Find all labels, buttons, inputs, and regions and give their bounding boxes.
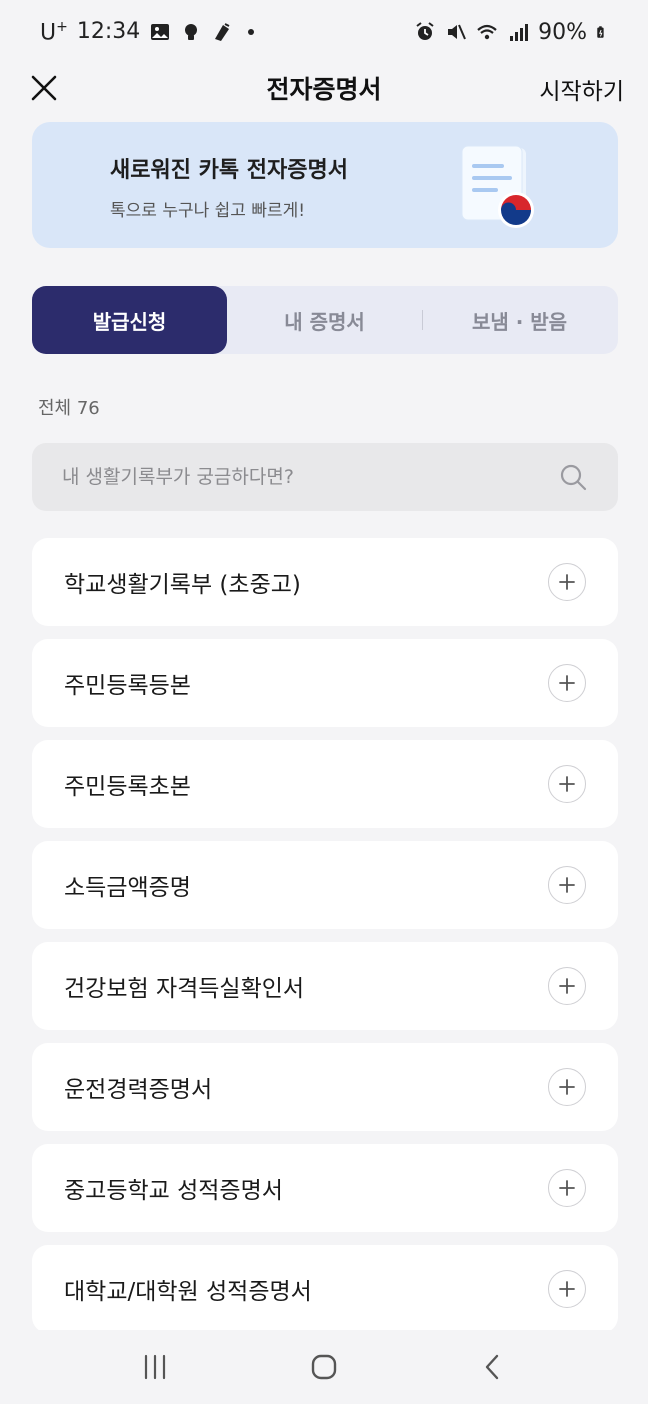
gallery-icon — [151, 23, 170, 40]
plus-icon — [559, 1180, 575, 1196]
document-label: 소득금액증명 — [64, 875, 191, 901]
app-header: 전자증명서 시작하기 — [0, 64, 648, 112]
alarm-icon — [416, 22, 434, 40]
tab-sent-received[interactable]: 보냄 · 받음 — [422, 286, 617, 354]
status-left: U+ 12:34 — [40, 18, 255, 46]
plus-icon — [559, 877, 575, 893]
tab-issue-request[interactable]: 발급신청 — [32, 286, 227, 354]
battery-percent: 90% — [538, 19, 587, 45]
list-item[interactable]: 중고등학교 성적증명서 — [32, 1144, 618, 1232]
add-button[interactable] — [548, 866, 586, 904]
list-item[interactable]: 주민등록초본 — [32, 740, 618, 828]
list-item[interactable]: 학교생활기록부 (초중고) — [32, 538, 618, 626]
add-button[interactable] — [548, 765, 586, 803]
carrier-label: U+ — [40, 18, 68, 46]
home-icon[interactable] — [309, 1352, 339, 1382]
page-title: 전자증명서 — [266, 75, 382, 104]
search-icon[interactable] — [558, 462, 588, 492]
status-bar: U+ 12:34 90% — [0, 0, 648, 64]
promo-banner[interactable]: 새로워진 카톡 전자증명서 톡으로 누구나 쉽고 빠르게! — [32, 122, 618, 248]
list-item[interactable]: 주민등록등본 — [32, 639, 618, 727]
plus-icon — [559, 1079, 575, 1095]
app-notification-icon — [215, 23, 230, 41]
plus-icon — [559, 776, 575, 792]
system-nav-bar — [0, 1330, 648, 1404]
more-notifications-dot — [248, 28, 255, 35]
segment-tabs: 발급신청 내 증명서 보냄 · 받음 — [32, 286, 618, 354]
search-input[interactable] — [62, 466, 558, 488]
tab-divider — [422, 310, 423, 330]
search-bar[interactable] — [32, 443, 618, 511]
add-button[interactable] — [548, 1169, 586, 1207]
plus-icon — [559, 978, 575, 994]
plus-icon — [559, 1281, 575, 1297]
tab-label: 보냄 · 받음 — [471, 309, 568, 334]
status-right: 90% — [414, 20, 610, 45]
document-label: 중고등학교 성적증명서 — [64, 1178, 283, 1204]
close-button[interactable] — [26, 70, 62, 106]
back-icon[interactable] — [478, 1352, 508, 1382]
add-button[interactable] — [548, 1270, 586, 1308]
plus-icon — [559, 574, 575, 590]
tab-my-certificates[interactable]: 내 증명서 — [227, 286, 422, 354]
wifi-icon — [477, 24, 497, 40]
signal-icon — [510, 24, 529, 41]
document-label: 운전경력증명서 — [64, 1077, 213, 1103]
document-label: 주민등록초본 — [64, 774, 191, 800]
status-time: 12:34 — [76, 19, 141, 45]
tab-label: 내 증명서 — [284, 309, 365, 334]
list-item[interactable]: 소득금액증명 — [32, 841, 618, 929]
list-item[interactable]: 대학교/대학원 성적증명서 — [32, 1245, 618, 1333]
document-label: 건강보험 자격득실확인서 — [64, 976, 305, 1002]
document-list: 학교생활기록부 (초중고) 주민등록등본 주민등록초본 소득금액증명 건강보험 … — [32, 538, 618, 1346]
bulb-icon — [185, 23, 198, 40]
add-button[interactable] — [548, 664, 586, 702]
add-button[interactable] — [548, 967, 586, 1005]
document-label: 주민등록등본 — [64, 673, 191, 699]
start-button[interactable]: 시작하기 — [539, 72, 624, 106]
list-item[interactable]: 건강보험 자격득실확인서 — [32, 942, 618, 1030]
add-button[interactable] — [548, 1068, 586, 1106]
recent-apps-icon[interactable] — [140, 1352, 170, 1382]
list-item[interactable]: 운전경력증명서 — [32, 1043, 618, 1131]
mute-icon — [448, 24, 467, 40]
document-label: 대학교/대학원 성적증명서 — [64, 1279, 312, 1305]
close-icon — [31, 75, 57, 101]
plus-icon — [559, 675, 575, 691]
add-button[interactable] — [548, 563, 586, 601]
tab-label: 발급신청 — [92, 309, 167, 334]
battery-icon — [597, 26, 604, 38]
document-label: 학교생활기록부 (초중고) — [64, 572, 301, 598]
document-korea-emblem-icon — [461, 145, 534, 228]
total-count: 전체 76 — [38, 398, 100, 419]
